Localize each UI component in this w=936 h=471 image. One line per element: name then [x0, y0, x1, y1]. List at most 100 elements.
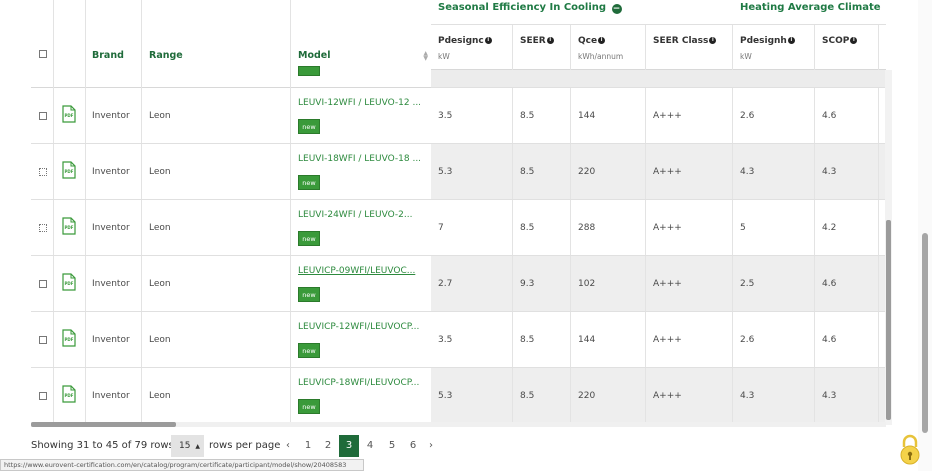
- new-badge: new: [298, 343, 320, 358]
- column-header-pdesignc[interactable]: Pdesignc i kW: [431, 25, 513, 71]
- column-header-seer-class[interactable]: SEER Class i: [646, 25, 733, 71]
- pdf-icon-label: PDF: [65, 393, 74, 398]
- pdf-download-icon[interactable]: PDF: [62, 161, 76, 179]
- table-horizontal-scrollbar-thumb[interactable]: [31, 422, 176, 427]
- column-unit: kW: [740, 52, 752, 61]
- info-icon[interactable]: i: [598, 37, 606, 44]
- cell-seer: 8.5: [520, 223, 535, 233]
- row-checkbox[interactable]: [39, 280, 47, 288]
- range-header-label: Range: [149, 50, 183, 61]
- cell-pdesignc: 5.3: [438, 167, 453, 177]
- info-icon[interactable]: i: [484, 37, 492, 44]
- model-link[interactable]: LEUVI-18WFI / LEUVO-18 ...: [298, 154, 421, 164]
- cell-qce: 220: [578, 167, 596, 177]
- info-icon[interactable]: i: [787, 37, 795, 44]
- info-icon[interactable]: i: [546, 37, 554, 44]
- page-button-6[interactable]: 6: [403, 435, 423, 457]
- cell-seer: 8.5: [520, 391, 535, 401]
- cell-pdesignh: 4.3: [740, 391, 755, 401]
- info-icon[interactable]: i: [850, 37, 858, 44]
- column-header-scop[interactable]: SCOP i: [815, 25, 879, 71]
- prev-page-button[interactable]: ‹: [281, 435, 295, 457]
- group-header-heating-label: Heating Average Climate: [740, 2, 881, 13]
- row-checkbox[interactable]: [39, 224, 47, 232]
- cell-pdesignh: 2.6: [740, 335, 755, 345]
- cell-scop: 4.3: [822, 167, 837, 177]
- sort-icon[interactable]: ▲ ▼: [423, 51, 428, 62]
- page-button-4[interactable]: 4: [360, 435, 380, 457]
- info-icon[interactable]: i: [709, 37, 717, 44]
- collapse-cooling-icon[interactable]: −: [611, 4, 622, 14]
- page-scrollbar-thumb[interactable]: [922, 233, 928, 433]
- select-all-checkbox[interactable]: [39, 50, 47, 58]
- rows-per-page-select[interactable]: 15 ▲: [171, 435, 204, 457]
- page-button-1[interactable]: 1: [298, 435, 318, 457]
- group-header-heating: Heating Average Climate −: [740, 2, 886, 26]
- cell-seer: 8.5: [520, 335, 535, 345]
- pdf-icon-label: PDF: [65, 113, 74, 118]
- pdf-icon-label: PDF: [65, 337, 74, 342]
- column-header-pdesignh[interactable]: Pdesignh i kW: [733, 25, 815, 71]
- cell-seer-class: A+++: [653, 391, 682, 401]
- pdf-download-icon[interactable]: PDF: [62, 105, 76, 123]
- cell-range: Leon: [149, 279, 171, 289]
- model-link[interactable]: LEUVI-24WFI / LEUVO-2...: [298, 210, 412, 220]
- pdf-download-icon[interactable]: PDF: [62, 273, 76, 291]
- next-page-button[interactable]: ›: [424, 435, 438, 457]
- cell-scop: 4.6: [822, 279, 837, 289]
- cell-seer-class: A+++: [653, 111, 682, 121]
- cell-brand: Inventor: [92, 167, 130, 177]
- model-link[interactable]: LEUVICP-09WFI/LEUVOC...: [298, 266, 415, 276]
- cell-seer-class: A+++: [653, 279, 682, 289]
- column-title: SEER Class: [653, 36, 709, 46]
- model-link[interactable]: LEUVI-12WFI / LEUVO-12 ...: [298, 98, 421, 108]
- row-checkbox[interactable]: [39, 392, 47, 400]
- showing-rows-text: Showing 31 to 45 of 79 rows: [31, 440, 174, 451]
- partial-row-strip: [431, 70, 886, 88]
- cell-range: Leon: [149, 111, 171, 121]
- column-header-range[interactable]: Range: [142, 0, 291, 88]
- cell-pdesignh: 4.3: [740, 167, 755, 177]
- cell-range: Leon: [149, 223, 171, 233]
- column-header-seer[interactable]: SEER i: [513, 25, 571, 71]
- page-button-2[interactable]: 2: [318, 435, 338, 457]
- cell-brand: Inventor: [92, 279, 130, 289]
- pdf-download-icon[interactable]: PDF: [62, 217, 76, 235]
- cell-seer: 8.5: [520, 167, 535, 177]
- table-row: 3.5 8.5 144 A+++ 2.6 4.6: [431, 88, 886, 144]
- cell-pdesignc: 2.7: [438, 279, 453, 289]
- table-row: 7 8.5 288 A+++ 5 4.2: [431, 200, 886, 256]
- page-button-3[interactable]: 3: [339, 435, 359, 457]
- pdf-download-icon[interactable]: PDF: [62, 329, 76, 347]
- table-vertical-scrollbar-thumb[interactable]: [886, 220, 891, 420]
- cell-pdesignc: 5.3: [438, 391, 453, 401]
- pdf-icon-label: PDF: [65, 169, 74, 174]
- row-checkbox[interactable]: [39, 336, 47, 344]
- row-checkbox[interactable]: [39, 112, 47, 120]
- cell-seer: 9.3: [520, 279, 535, 289]
- table-row: PDF Inventor Leon LEUVICP-12WFI/LEUVOCP.…: [31, 312, 431, 368]
- pdf-download-icon[interactable]: PDF: [62, 385, 76, 403]
- lock-icon[interactable]: [898, 433, 922, 465]
- column-header-row: Pdesignc i kW SEER i Qce i kWh/annum SEER C…: [431, 24, 886, 71]
- model-link[interactable]: LEUVICP-18WFI/LEUVOCP...: [298, 378, 419, 388]
- column-header-brand[interactable]: Brand: [86, 0, 142, 88]
- column-title: Pdesignh: [740, 36, 787, 46]
- fixed-columns: Brand Range Model ▲ ▼ PDF Inventor Leon …: [31, 0, 431, 426]
- table-row: PDF Inventor Leon LEUVI-12WFI / LEUVO-12…: [31, 88, 431, 144]
- table-row: PDF Inventor Leon LEUVICP-09WFI/LEUVOC..…: [31, 256, 431, 312]
- column-header-qce[interactable]: Qce i kWh/annum: [571, 25, 646, 71]
- pdf-icon-label: PDF: [65, 225, 74, 230]
- fixed-header-row: Brand Range Model ▲ ▼: [31, 0, 431, 88]
- column-header-model[interactable]: Model ▲ ▼: [291, 0, 431, 88]
- partial-new-badge: [298, 66, 320, 76]
- cell-pdesignh: 2.6: [740, 111, 755, 121]
- row-checkbox[interactable]: [39, 168, 47, 176]
- page-button-5[interactable]: 5: [382, 435, 402, 457]
- cell-pdesignc: 3.5: [438, 335, 453, 345]
- header-pdf-cell: [54, 0, 86, 88]
- results-table-scroll-region[interactable]: Seasonal Efficiency In Cooling − Heating…: [431, 0, 886, 426]
- model-link[interactable]: LEUVICP-12WFI/LEUVOCP...: [298, 322, 419, 332]
- cell-brand: Inventor: [92, 335, 130, 345]
- status-bar-url: https://www.eurovent-certification.com/e…: [0, 459, 364, 471]
